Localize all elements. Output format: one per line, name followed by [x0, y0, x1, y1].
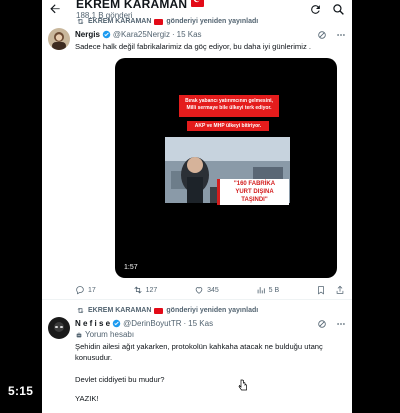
- views-chart-icon: [257, 287, 265, 294]
- tweet-text-line: Şehidin ailesi ağıt yakarken, protokolün…: [75, 342, 323, 351]
- retweet-indicator: EKREM KARAMAN gönderiyi yeniden yayınlad…: [76, 306, 258, 315]
- retweet-by-name[interactable]: EKREM KARAMAN: [88, 18, 151, 25]
- retweet-indicator: EKREM KARAMAN gönderiyi yeniden yayınlad…: [76, 17, 258, 26]
- retweet-label: gönderiyi yeniden yayınladı: [166, 307, 259, 314]
- turkey-flag-icon: [154, 307, 164, 314]
- tweet-date[interactable]: 15 Kas: [177, 30, 202, 39]
- author-name[interactable]: N e f i s e: [75, 319, 110, 328]
- video-player[interactable]: Bırak yabancı yatırımcının gelmesini, Mi…: [115, 58, 337, 278]
- tweet-header: Nergis @Kara25Nergiz · 15 Kas: [75, 30, 202, 39]
- mouse-cursor-icon: [238, 379, 247, 391]
- profile-title: EKREM KARAMAN: [76, 0, 205, 11]
- account-type: Yorum hesabı: [75, 330, 134, 339]
- more-options-icon[interactable]: [336, 30, 346, 40]
- back-arrow-icon[interactable]: [48, 2, 62, 16]
- verified-badge-icon: [112, 319, 121, 328]
- repost-icon: [134, 286, 142, 294]
- grok-icon[interactable]: [317, 30, 327, 40]
- grok-icon[interactable]: [317, 319, 327, 329]
- tweet-text-line: Devlet ciddiyeti bu mudur?: [75, 375, 165, 384]
- tweet-header: N e f i s e @DerinBoyutTR · 15 Kas: [75, 319, 213, 328]
- account-type-label: Yorum hesabı: [85, 330, 135, 339]
- views-button[interactable]: 5 B: [256, 285, 280, 295]
- robot-icon: [76, 331, 82, 337]
- repost-button[interactable]: 127: [133, 285, 158, 295]
- video-frame: "160 FABRİKA YURT DIŞINA TAŞINDI": [165, 137, 290, 264]
- author-handle[interactable]: @Kara25Nergiz: [113, 30, 170, 39]
- repost-icon: [77, 18, 84, 25]
- tweet-top-icons: [317, 319, 346, 329]
- refresh-icon[interactable]: [309, 3, 322, 16]
- tweet-date[interactable]: 15 Kas: [188, 319, 213, 328]
- reply-count: 17: [88, 286, 96, 294]
- turkey-flag-icon: [191, 0, 205, 7]
- turkey-flag-icon: [154, 18, 164, 25]
- tweet-divider: [42, 299, 352, 300]
- avatar[interactable]: [48, 317, 70, 339]
- caption-line: TAŞINDI": [241, 197, 268, 203]
- video-banner-top: Bırak yabancı yatırımcının gelmesini, Mi…: [179, 95, 279, 117]
- more-options-icon[interactable]: [336, 319, 346, 329]
- retweet-by-name[interactable]: EKREM KARAMAN: [88, 307, 151, 314]
- view-count: 5 B: [268, 286, 280, 294]
- share-group: [316, 285, 345, 295]
- repost-icon: [77, 307, 84, 314]
- avatar[interactable]: [48, 28, 70, 50]
- like-count: 345: [207, 286, 219, 294]
- share-icon[interactable]: [335, 285, 345, 295]
- tweet-actions: 17 127 345 5 B: [75, 285, 345, 295]
- reply-icon: [76, 286, 84, 295]
- author-name[interactable]: Nergis: [75, 30, 100, 39]
- video-duration: 1:57: [124, 264, 138, 271]
- repost-count: 127: [145, 286, 158, 294]
- caption-line: "160 FABRİKA: [233, 181, 276, 187]
- tweet-top-icons: [317, 30, 346, 40]
- video-caption-box: "160 FABRİKA YURT DIŞINA TAŞINDI": [217, 179, 289, 205]
- search-icon[interactable]: [332, 3, 345, 16]
- verified-badge-icon: [102, 30, 111, 39]
- tweet-text: Şehidin ailesi ağıt yakarken, protokolün…: [75, 341, 347, 404]
- banner-line: Bırak yabancı yatırımcının gelmesini,: [185, 98, 273, 104]
- separator-dot: ·: [183, 319, 187, 328]
- author-handle[interactable]: @DerinBoyutTR: [123, 319, 181, 328]
- like-button[interactable]: 345: [194, 285, 219, 295]
- bookmark-icon[interactable]: [316, 285, 326, 295]
- heart-icon: [195, 287, 203, 294]
- tweet-text-line: YAZIK!: [75, 394, 99, 403]
- video-banner-middle: AKP ve MHP ülkeyi bitiriyor.: [187, 121, 269, 131]
- separator-dot: ·: [171, 30, 175, 39]
- tweet-text-line: konusudur.: [75, 353, 113, 362]
- video-clock: 5:15: [8, 384, 34, 398]
- caption-line: YURT DIŞINA: [235, 189, 274, 195]
- banner-line: Milli sermaye bile ülkeyi terk ediyor.: [186, 105, 272, 111]
- profile-name: EKREM KARAMAN: [76, 0, 188, 11]
- reply-button[interactable]: 17: [75, 285, 96, 295]
- tweet-text: Sadece halk değil fabrikalarimiz da göç …: [75, 42, 311, 51]
- retweet-label: gönderiyi yeniden yayınladı: [166, 18, 259, 25]
- twitter-profile-panel: EKREM KARAMAN 188,1 B gönderi EKREM KARA…: [42, 0, 352, 413]
- screen: EKREM KARAMAN 188,1 B gönderi EKREM KARA…: [0, 0, 400, 413]
